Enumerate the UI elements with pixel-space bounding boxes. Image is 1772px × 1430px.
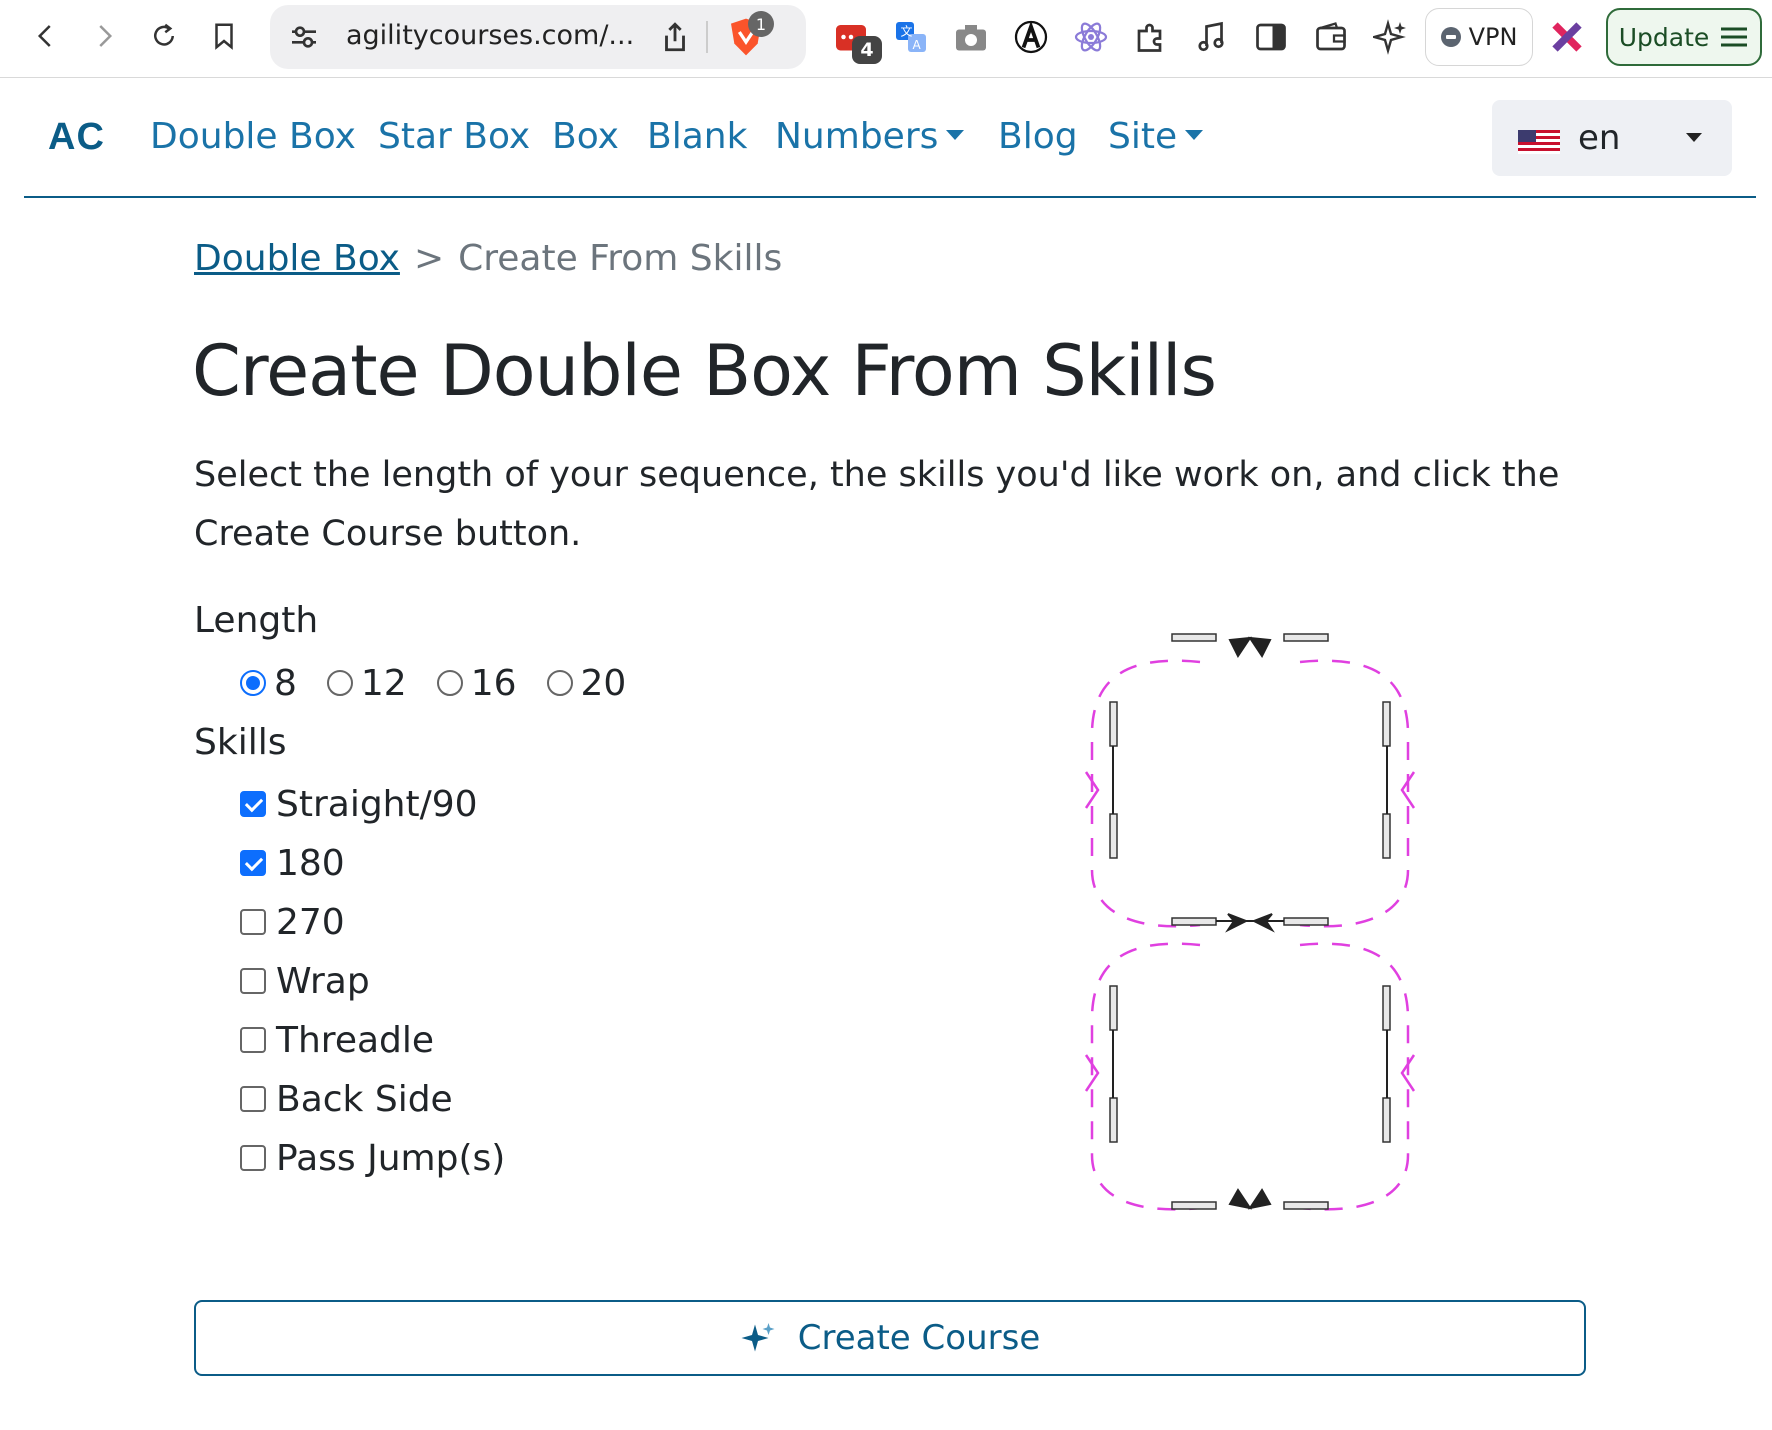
music-icon[interactable] (1188, 14, 1234, 60)
leo-ai-icon[interactable] (1368, 14, 1414, 60)
skill-label: Straight/90 (276, 783, 478, 825)
length-option-label: 20 (580, 662, 627, 704)
skill-pass-jumps[interactable]: Pass Jump(s) (240, 1136, 505, 1180)
page-title: Create Double Box From Skills (192, 330, 1217, 412)
forward-icon[interactable] (82, 14, 126, 58)
nav-link-box[interactable]: Box (552, 116, 619, 157)
checkbox[interactable] (240, 850, 266, 876)
bookmark-icon[interactable] (202, 14, 246, 58)
nav-link-blog[interactable]: Blog (998, 116, 1078, 157)
url-divider (706, 21, 708, 53)
skill-straight-90[interactable]: Straight/90 (240, 782, 478, 826)
camera-icon[interactable] (948, 14, 994, 60)
create-course-label: Create Course (797, 1318, 1041, 1358)
length-option-label: 12 (360, 662, 407, 704)
skill-label: Pass Jump(s) (276, 1137, 506, 1179)
language-select[interactable]: en (1492, 100, 1732, 176)
nav-site-label: Site (1108, 116, 1178, 157)
length-option-12[interactable]: 12 (326, 662, 407, 704)
site-navbar: AC Double Box Star Box Box Blank Numbers… (24, 78, 1756, 198)
create-course-button[interactable]: Create Course (194, 1300, 1586, 1376)
length-radio-group: 8 12 16 20 (240, 662, 656, 704)
skill-back-side[interactable]: Back Side (240, 1077, 453, 1121)
atom-icon[interactable] (1068, 14, 1114, 60)
skill-180[interactable]: 180 (240, 841, 345, 885)
url-text[interactable]: agilitycourses.com/... (346, 20, 634, 51)
browser-toolbar: agilitycourses.com/... 1 4 文A VPN Update (0, 0, 1772, 78)
vpn-label: VPN (1468, 23, 1518, 51)
update-button[interactable]: Update (1606, 8, 1762, 66)
reload-icon[interactable] (142, 14, 186, 58)
skills-label: Skills (194, 722, 287, 763)
length-option-20[interactable]: 20 (546, 662, 627, 704)
radio-20[interactable] (546, 670, 573, 696)
site-settings-icon[interactable] (288, 21, 320, 53)
chevron-down-icon (946, 130, 965, 140)
radio-16[interactable] (436, 670, 463, 696)
sparkle-icon (741, 1323, 775, 1352)
length-option-label: 16 (470, 662, 517, 704)
breadcrumb-separator: > (413, 238, 445, 279)
double-box-diagram (1084, 633, 1416, 1211)
breadcrumb: Double Box > Create From Skills (194, 238, 782, 279)
chevron-down-icon (1686, 133, 1702, 142)
nav-link-double-box[interactable]: Double Box (150, 116, 356, 157)
translate-icon[interactable]: 文A (888, 14, 934, 60)
checkbox[interactable] (240, 1027, 266, 1053)
breadcrumb-current: Create From Skills (458, 238, 783, 279)
puzzle-icon[interactable] (1128, 14, 1174, 60)
skill-label: Back Side (276, 1078, 453, 1120)
nav-dropdown-site[interactable]: Site (1108, 116, 1204, 157)
length-option-16[interactable]: 16 (436, 662, 517, 704)
menu-icon (1721, 27, 1748, 47)
sidebar-icon[interactable] (1248, 14, 1294, 60)
update-label: Update (1618, 22, 1710, 52)
share-icon[interactable] (658, 19, 692, 55)
length-label: Length (194, 600, 319, 641)
checkbox[interactable] (240, 1145, 266, 1171)
radio-12[interactable] (326, 670, 353, 696)
nav-numbers-label: Numbers (775, 116, 939, 157)
skill-label: Threadle (276, 1019, 435, 1061)
brand-logo[interactable]: AC (48, 116, 105, 159)
checkbox[interactable] (240, 1086, 266, 1112)
radio-8[interactable] (240, 670, 266, 696)
breadcrumb-double-box[interactable]: Double Box (194, 238, 400, 279)
length-option-label: 8 (274, 662, 297, 704)
extension-badge: 4 (852, 36, 882, 64)
checkbox[interactable] (240, 968, 266, 994)
chevron-down-icon (1185, 130, 1204, 140)
length-option-8[interactable]: 8 (240, 663, 297, 704)
rewards-icon[interactable] (1544, 14, 1590, 60)
wallet-icon[interactable] (1308, 14, 1354, 60)
skill-threadle[interactable]: Threadle (240, 1018, 434, 1062)
svg-text:A: A (913, 38, 922, 52)
svg-text:文: 文 (901, 24, 913, 39)
skill-label: 270 (276, 901, 345, 943)
nav-link-star-box[interactable]: Star Box (378, 116, 530, 157)
us-flag-icon (1518, 130, 1560, 154)
vpn-button[interactable]: VPN (1425, 8, 1533, 66)
back-icon[interactable] (24, 14, 68, 58)
checkbox[interactable] (240, 909, 266, 935)
skill-label: Wrap (276, 960, 370, 1002)
shield-count-badge: 1 (748, 11, 774, 37)
checkbox[interactable] (240, 791, 266, 817)
skill-wrap[interactable]: Wrap (240, 959, 370, 1003)
url-bar[interactable]: agilitycourses.com/... 1 (270, 5, 806, 69)
skill-270[interactable]: 270 (240, 900, 345, 944)
nav-link-blank[interactable]: Blank (647, 116, 747, 157)
intro-text: Select the length of your sequence, the … (194, 455, 1560, 554)
vpn-icon (1440, 27, 1461, 47)
skill-label: 180 (276, 842, 345, 884)
language-value: en (1578, 118, 1621, 158)
nav-dropdown-numbers[interactable]: Numbers (775, 116, 965, 157)
extension-a-icon[interactable] (1008, 14, 1054, 60)
